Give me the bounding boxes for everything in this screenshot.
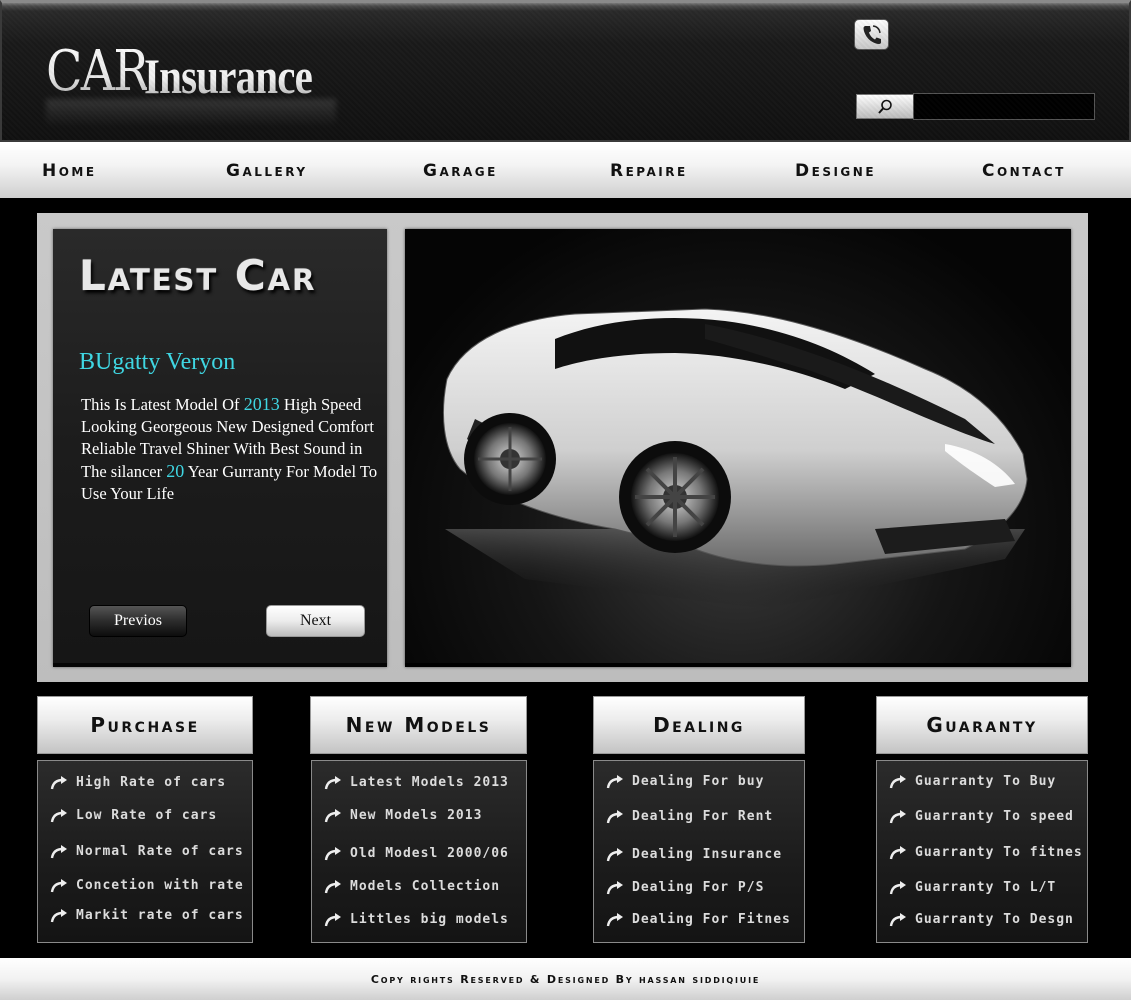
- curved-arrow-icon: [50, 775, 67, 789]
- nav-designe[interactable]: Designe: [795, 158, 876, 184]
- curved-arrow-icon: [324, 775, 341, 789]
- logo-reflection: [46, 99, 336, 127]
- curved-arrow-icon: [50, 878, 67, 892]
- list-item[interactable]: Guarranty To speed: [889, 805, 1074, 829]
- curved-arrow-icon: [50, 844, 67, 858]
- featured-car-image: [405, 229, 1071, 667]
- list-item[interactable]: New Models 2013: [324, 804, 482, 828]
- desc-part-1: This Is Latest Model Of: [81, 395, 244, 414]
- curved-arrow-icon: [606, 847, 623, 861]
- category-new-models-header[interactable]: New Models: [310, 696, 527, 754]
- search-button[interactable]: [856, 94, 914, 119]
- desc-year: 2013: [243, 394, 280, 414]
- curved-arrow-icon: [324, 879, 341, 893]
- logo-insurance-text: Insurance: [144, 48, 313, 104]
- car-name: BUgatty Veryon: [79, 349, 236, 375]
- nav-repaire[interactable]: Repaire: [610, 158, 688, 184]
- category-purchase-list: High Rate of cars Low Rate of cars Norma…: [37, 760, 253, 943]
- list-item[interactable]: High Rate of cars: [50, 771, 226, 795]
- curved-arrow-icon: [50, 808, 67, 822]
- category-guaranty-header[interactable]: Guaranty: [876, 696, 1088, 754]
- site-logo[interactable]: CAR Insurance: [46, 39, 346, 104]
- previous-button[interactable]: Previos: [89, 605, 187, 637]
- curved-arrow-icon: [324, 912, 341, 926]
- list-item[interactable]: Dealing For Rent: [606, 805, 773, 829]
- nav-home[interactable]: Home: [42, 158, 97, 184]
- car-description: This Is Latest Model Of 2013 High Speed …: [81, 393, 383, 505]
- curved-arrow-icon: [324, 846, 341, 860]
- nav-gallery[interactable]: Gallery: [226, 158, 308, 184]
- header: CAR Insurance: [0, 0, 1131, 142]
- car-illustration: [443, 308, 1028, 609]
- list-item[interactable]: Dealing For P/S: [606, 876, 764, 900]
- list-item[interactable]: Low Rate of cars: [50, 804, 217, 828]
- list-item[interactable]: Guarranty To Desgn: [889, 908, 1074, 932]
- curved-arrow-icon: [889, 912, 906, 926]
- logo-car-text: CAR: [46, 39, 149, 104]
- list-item[interactable]: Dealing Insurance: [606, 843, 782, 867]
- copyright-text: Copy rights Reserved & Designed By hassa…: [370, 973, 761, 986]
- curved-arrow-icon: [606, 809, 623, 823]
- list-item[interactable]: Markit rate of cars: [50, 904, 244, 928]
- latest-car-title: Latest Car: [79, 251, 317, 300]
- list-item[interactable]: Dealing For Fitnes: [606, 908, 791, 932]
- curved-arrow-icon: [606, 912, 623, 926]
- latest-car-box: Latest Car BUgatty Veryon This Is Latest…: [53, 229, 387, 667]
- curved-arrow-icon: [889, 774, 906, 788]
- list-item[interactable]: Guarranty To L/T: [889, 876, 1056, 900]
- list-item[interactable]: Normal Rate of cars: [50, 840, 244, 864]
- nav-contact[interactable]: Contact: [982, 158, 1066, 184]
- phone-button[interactable]: [854, 19, 889, 50]
- category-dealing-header[interactable]: Dealing: [593, 696, 805, 754]
- list-item[interactable]: Guarranty To Buy: [889, 770, 1056, 794]
- category-purchase-header[interactable]: Purchase: [37, 696, 253, 754]
- curved-arrow-icon: [889, 809, 906, 823]
- main-nav: Home Gallery GARAGE Repaire Designe Cont…: [0, 142, 1131, 198]
- search-input[interactable]: [913, 93, 1095, 120]
- curved-arrow-icon: [889, 880, 906, 894]
- curved-arrow-icon: [50, 908, 67, 922]
- category-dealing-list: Dealing For buy Dealing For Rent Dealing…: [593, 760, 805, 943]
- curved-arrow-icon: [606, 880, 623, 894]
- list-item[interactable]: Latest Models 2013: [324, 771, 509, 795]
- curved-arrow-icon: [606, 774, 623, 788]
- phone-icon: [863, 24, 881, 44]
- list-item[interactable]: Dealing For buy: [606, 770, 764, 794]
- list-item[interactable]: Concetion with rate: [50, 874, 244, 898]
- list-item[interactable]: Old Modesl 2000/06: [324, 842, 509, 866]
- category-new-models-list: Latest Models 2013 New Models 2013 Old M…: [311, 760, 527, 943]
- next-button[interactable]: Next: [266, 605, 365, 637]
- list-item[interactable]: Models Collection: [324, 875, 500, 899]
- list-item[interactable]: Littles big models: [324, 908, 509, 932]
- footer: Copy rights Reserved & Designed By hassa…: [0, 958, 1131, 1000]
- curved-arrow-icon: [324, 808, 341, 822]
- category-guaranty-list: Guarranty To Buy Guarranty To speed Guar…: [876, 760, 1088, 943]
- nav-garage[interactable]: GARAGE: [423, 158, 498, 184]
- desc-years: 20: [166, 461, 185, 481]
- search-icon: [878, 99, 892, 114]
- curved-arrow-icon: [889, 845, 906, 859]
- feature-panel: Latest Car BUgatty Veryon This Is Latest…: [37, 213, 1088, 682]
- list-item[interactable]: Guarranty To fitnes: [889, 841, 1083, 865]
